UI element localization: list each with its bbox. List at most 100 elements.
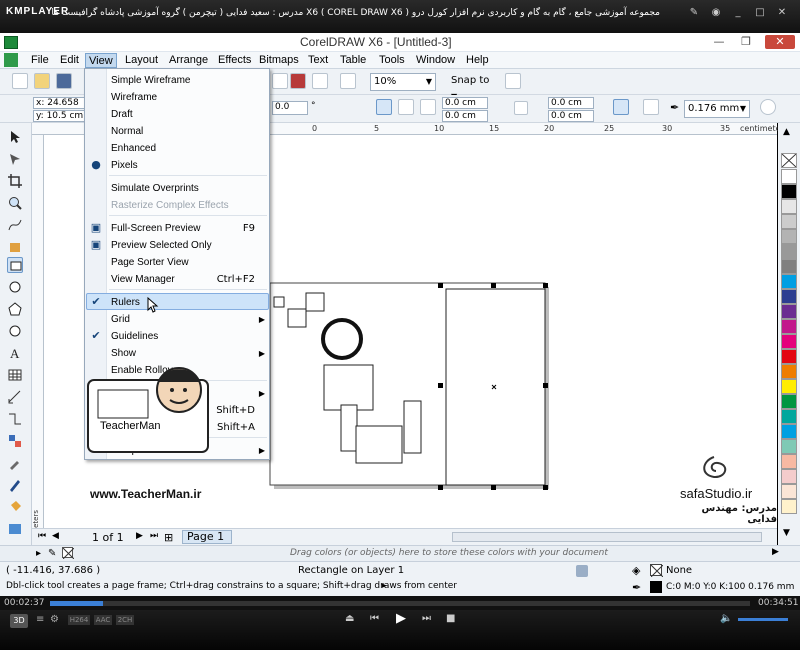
polygon-tool-icon[interactable]: [7, 301, 23, 317]
palette-scroll-down-icon[interactable]: ▼: [783, 528, 790, 538]
3d-button[interactable]: 3D: [10, 614, 28, 628]
color-swatch[interactable]: [781, 499, 797, 514]
view-menu-item[interactable]: Guidelines: [111, 328, 158, 345]
rotation-angle-field[interactable]: 0.0: [272, 101, 308, 115]
crop-tool-icon[interactable]: [7, 173, 23, 189]
view-menu-item[interactable]: Normal: [111, 123, 143, 140]
zoom-tool-icon[interactable]: [7, 195, 23, 211]
shape-tool-icon[interactable]: [7, 151, 23, 167]
color-swatch[interactable]: [781, 184, 797, 199]
color-swatch[interactable]: [781, 484, 797, 499]
interactive-fill-icon[interactable]: [7, 521, 23, 537]
view-menu-item[interactable]: Wireframe: [111, 89, 157, 106]
playlist-icon[interactable]: ≡: [36, 614, 44, 625]
outline-pen-tool-icon[interactable]: [7, 477, 23, 493]
menu-table[interactable]: Table: [337, 53, 369, 68]
prev-page-icon[interactable]: ◀: [52, 531, 59, 541]
palette-scroll-up-icon[interactable]: ▲: [783, 127, 790, 137]
menu-window[interactable]: Window: [413, 53, 458, 68]
publish-pdf-icon[interactable]: [340, 73, 356, 89]
y-position-field[interactable]: y: 10.5 cm: [33, 110, 85, 122]
view-menu-item[interactable]: Enhanced: [111, 140, 156, 157]
outline-color-swatch[interactable]: [650, 581, 662, 593]
seek-bar[interactable]: [50, 601, 750, 606]
kmp-settings-button-icon[interactable]: ⚙: [50, 614, 59, 625]
restore-button[interactable]: ❐: [733, 35, 759, 49]
menu-effects[interactable]: Effects: [215, 53, 254, 68]
horizontal-scrollbar[interactable]: [452, 532, 762, 542]
color-swatch[interactable]: [781, 274, 797, 289]
blend-tool-icon[interactable]: [7, 433, 23, 449]
view-menu-item[interactable]: Simulate Overprints: [111, 180, 199, 197]
round-corner-icon[interactable]: [376, 99, 392, 115]
color-swatch[interactable]: [781, 394, 797, 409]
minimize-button[interactable]: —: [706, 35, 732, 49]
view-menu-item[interactable]: View Manager: [111, 271, 175, 288]
document-palette-menu-icon[interactable]: ▸: [36, 548, 41, 559]
next-page-icon[interactable]: ▶: [136, 531, 143, 541]
color-swatch[interactable]: [781, 229, 797, 244]
zoom-level-select[interactable]: 10% ▼: [370, 73, 436, 91]
color-proofing-icon[interactable]: [576, 565, 588, 577]
first-page-icon[interactable]: ⏮: [38, 531, 46, 541]
print-icon[interactable]: [312, 73, 328, 89]
view-menu-item[interactable]: Full-Screen Preview: [111, 220, 200, 237]
eyedropper-icon[interactable]: ✎: [48, 548, 56, 559]
corel-connect-icon[interactable]: [290, 73, 306, 89]
close-button[interactable]: ✕: [765, 35, 795, 49]
chamfered-corner-icon[interactable]: [420, 99, 436, 115]
menu-layout[interactable]: Layout: [122, 53, 161, 68]
color-eyedropper-icon[interactable]: [7, 455, 23, 471]
color-swatch[interactable]: [781, 289, 797, 304]
menu-text[interactable]: Text: [305, 53, 331, 68]
color-swatch[interactable]: [781, 454, 797, 469]
coreldraw-app-icon[interactable]: [4, 36, 18, 49]
options-icon[interactable]: [505, 73, 521, 89]
outline-width-select[interactable]: 0.176 mm ▼: [684, 100, 750, 118]
volume-slider[interactable]: [738, 618, 788, 621]
volume-icon[interactable]: 🔈: [720, 613, 732, 624]
menu-tools[interactable]: Tools: [376, 53, 408, 68]
freehand-tool-icon[interactable]: [7, 217, 23, 233]
wrap-text-icon[interactable]: [643, 99, 659, 115]
color-swatch[interactable]: [781, 439, 797, 454]
text-tool-icon[interactable]: A: [7, 345, 23, 361]
no-color-box[interactable]: [62, 547, 75, 560]
snap-to-dropdown[interactable]: Snap to ▼: [448, 73, 498, 101]
color-swatch[interactable]: [781, 334, 797, 349]
fill-none-swatch[interactable]: [650, 564, 664, 578]
menu-edit[interactable]: Edit: [57, 53, 82, 68]
color-swatch[interactable]: [781, 349, 797, 364]
fill-tool-icon[interactable]: [7, 499, 23, 515]
basic-shapes-tool-icon[interactable]: [7, 323, 23, 339]
view-menu-item[interactable]: Draft: [111, 106, 133, 123]
pick-tool-icon[interactable]: [7, 129, 23, 145]
kmp-settings-icon[interactable]: ◉: [708, 6, 724, 20]
convert-to-curves-icon[interactable]: [760, 99, 776, 115]
menu-arrange[interactable]: Arrange: [166, 53, 211, 68]
menu-bitmaps[interactable]: Bitmaps: [256, 53, 302, 68]
dimension-tool-icon[interactable]: [7, 389, 23, 405]
ellipse-tool-icon[interactable]: [7, 279, 23, 295]
lock-ratio-icon[interactable]: [514, 101, 528, 115]
new-document-icon[interactable]: [12, 73, 28, 89]
vertical-ruler[interactable]: centimeters: [32, 135, 44, 552]
kmp-maximize-icon[interactable]: □: [752, 6, 768, 20]
view-menu-item[interactable]: Preview Selected Only: [111, 237, 212, 254]
view-menu-item[interactable]: Page Sorter View: [111, 254, 189, 271]
kmp-minimize-icon[interactable]: _: [730, 6, 746, 20]
relative-scaling-icon[interactable]: [613, 99, 629, 115]
prev-icon[interactable]: ⏮: [370, 613, 379, 624]
last-page-icon[interactable]: ⏭: [150, 531, 158, 541]
corner-radius-bottom-right[interactable]: 0.0 cm: [548, 110, 594, 122]
corner-radius-bottom-left[interactable]: 0.0 cm: [442, 110, 488, 122]
add-page-icon[interactable]: ⊞: [164, 531, 173, 544]
smart-fill-tool-icon[interactable]: [7, 239, 23, 255]
color-swatch[interactable]: [781, 409, 797, 424]
save-icon[interactable]: [56, 73, 72, 89]
color-swatch[interactable]: [781, 304, 797, 319]
color-swatch[interactable]: [781, 319, 797, 334]
color-swatch[interactable]: [781, 199, 797, 214]
color-swatch[interactable]: [781, 424, 797, 439]
kmp-close-icon[interactable]: ✕: [774, 6, 790, 20]
